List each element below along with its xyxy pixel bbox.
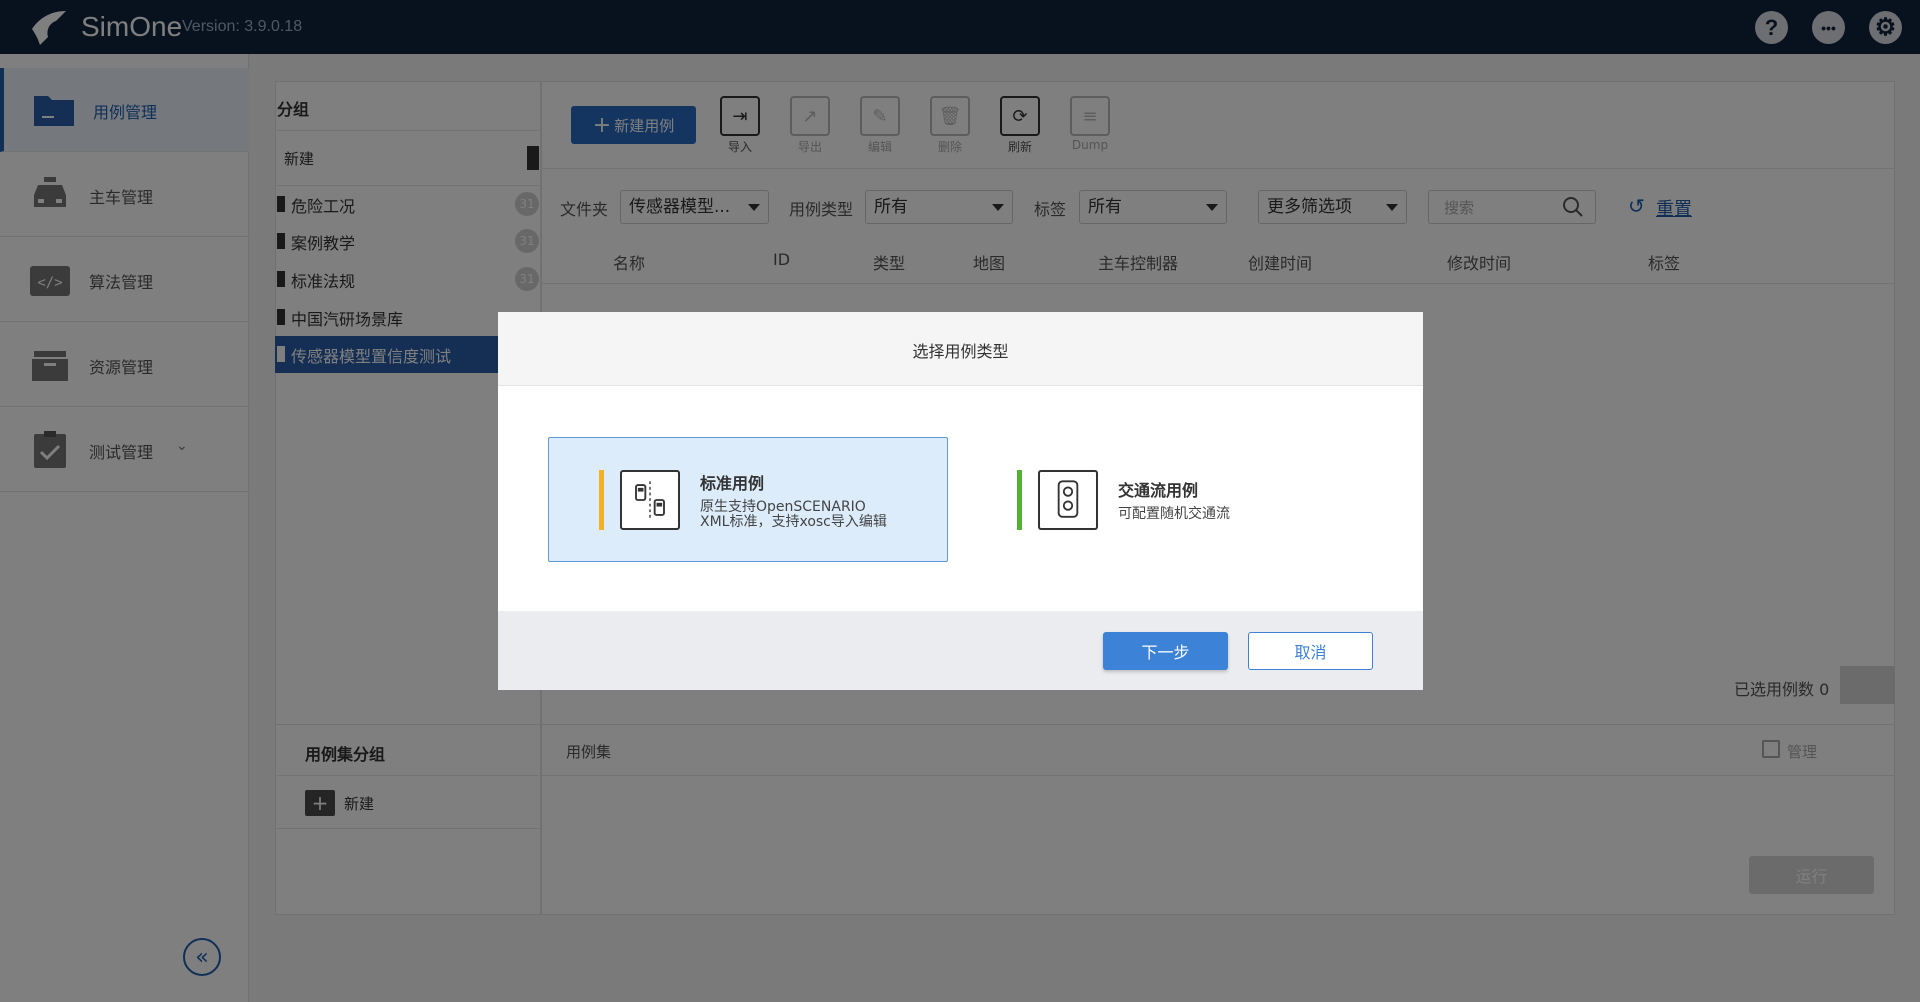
standard-case-title: 标准用例 (700, 474, 765, 493)
cancel-button[interactable]: 取消 (1248, 632, 1373, 670)
next-button[interactable]: 下一步 (1103, 632, 1228, 670)
dialog-title: 选择用例类型 (912, 342, 1009, 361)
accent-bar (599, 470, 604, 530)
traffic-light-icon (1038, 470, 1098, 530)
lane-change-icon (620, 470, 680, 530)
accent-bar (1017, 470, 1022, 530)
standard-case-desc: XML标准，支持xosc导入编辑 (700, 514, 887, 530)
traffic-case-title: 交通流用例 (1118, 481, 1199, 500)
traffic-case-desc: 可配置随机交通流 (1118, 506, 1230, 522)
